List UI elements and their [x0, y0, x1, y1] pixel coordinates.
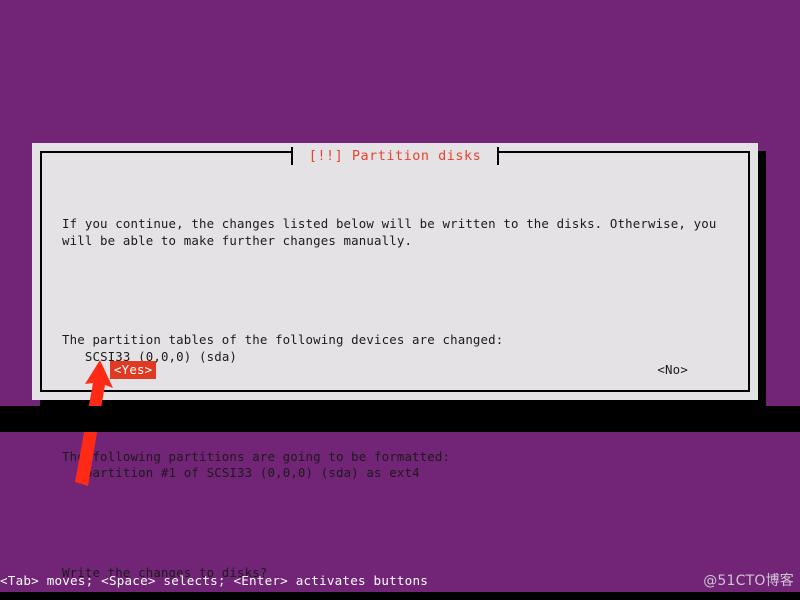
dialog-paragraph-formatted-partitions: The following partitions are going to be… — [62, 448, 451, 481]
screen-divider-strip — [0, 406, 800, 432]
dialog-title-text: [!!] Partition disks — [301, 146, 489, 165]
dialog-body: If you continue, the changes listed belo… — [62, 183, 734, 579]
no-button[interactable]: <No> — [657, 361, 688, 379]
dialog-inner-frame: [!!] Partition disks If you continue, th… — [40, 146, 750, 580]
bottom-black-bar — [0, 592, 800, 600]
dialog-title-notch: [!!] Partition disks — [290, 146, 500, 165]
dialog-paragraph-intro: If you continue, the changes listed belo… — [62, 216, 717, 248]
help-bar-text: <Tab> moves; <Space> selects; <Enter> ac… — [0, 573, 429, 588]
partition-disks-dialog: [!!] Partition disks If you continue, th… — [32, 143, 758, 580]
dialog-button-row: <Yes> <No> — [62, 361, 734, 381]
dialog-title-bar: [!!] Partition disks — [42, 146, 748, 168]
help-bar: <Tab> moves; <Space> selects; <Enter> ac… — [0, 570, 800, 592]
watermark-text: @51CTO博客 — [703, 573, 794, 589]
installer-screen: [!!] Partition disks If you continue, th… — [0, 0, 800, 600]
yes-button[interactable]: <Yes> — [110, 361, 157, 379]
